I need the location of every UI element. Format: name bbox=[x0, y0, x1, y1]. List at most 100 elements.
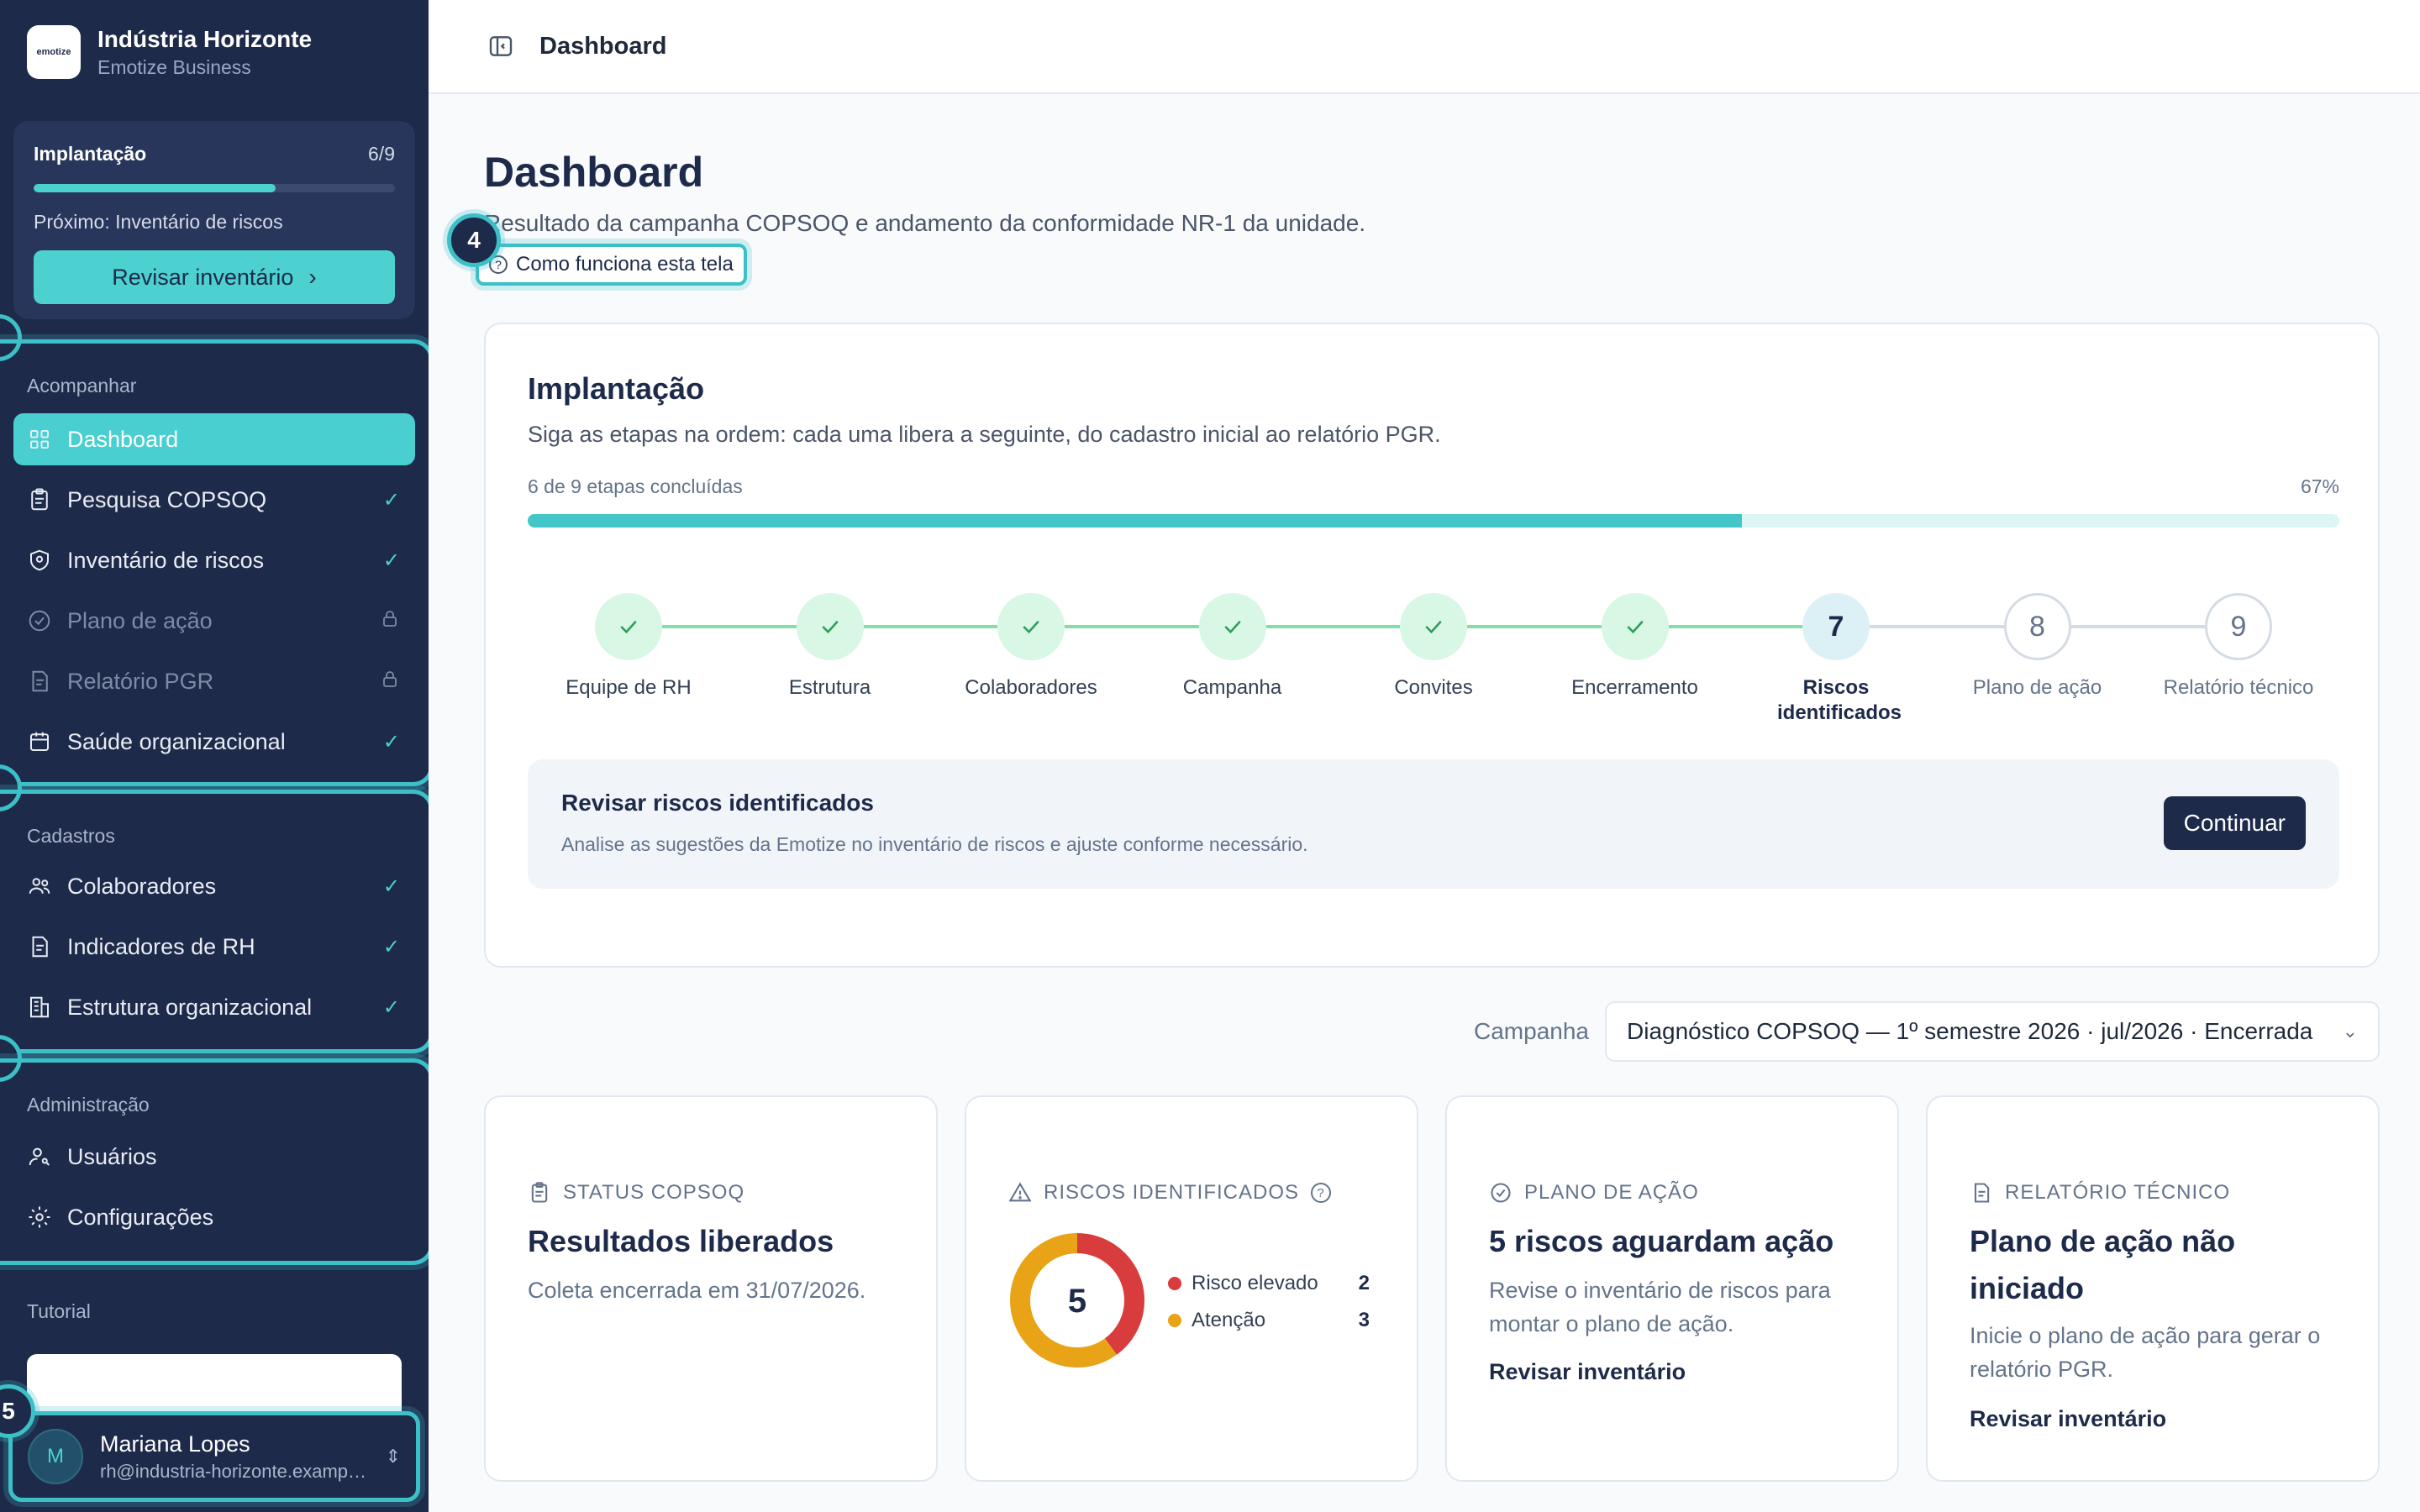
step-2[interactable]: Estrutura bbox=[729, 593, 931, 701]
check-circle-icon bbox=[27, 608, 52, 633]
avatar: M bbox=[28, 1429, 83, 1484]
nav-group-title: Administração bbox=[27, 1094, 150, 1116]
lock-icon bbox=[380, 608, 400, 634]
clipboard-icon bbox=[531, 1182, 548, 1203]
sidebar-item-label: Plano de ação bbox=[67, 607, 213, 633]
check-icon bbox=[1601, 593, 1669, 660]
page-subtitle: Resultado da campanha COPSOQ e andamento… bbox=[484, 210, 1366, 236]
sidebar-item-relatorio-pgr[interactable]: Relatório PGR bbox=[13, 655, 415, 707]
check-icon: ✓ bbox=[382, 995, 400, 1019]
sidebar-item-saude-organizacional[interactable]: Saúde organizacional ✓ bbox=[13, 716, 415, 768]
sidebar-item-label: Indicadores de RH bbox=[67, 933, 255, 959]
stepper-connector bbox=[1870, 625, 2004, 628]
org-name: Indústria Horizonte bbox=[97, 25, 313, 52]
implantacao-widget-title: Implantação bbox=[34, 143, 147, 165]
step-7[interactable]: 7 Riscos identificados bbox=[1735, 593, 1937, 726]
check-icon: ✓ bbox=[382, 549, 400, 572]
users-icon bbox=[27, 874, 52, 899]
step-number: 9 bbox=[2205, 593, 2272, 660]
sidebar-toggle-icon[interactable] bbox=[487, 33, 514, 60]
kpi-desc: Inicie o plano de ação para gerar o rela… bbox=[1970, 1323, 2321, 1382]
campaign-label: Campanha bbox=[1474, 1018, 1589, 1044]
stepper-connector bbox=[1467, 625, 1602, 628]
sidebar: emotize Indústria Horizonte Emotize Busi… bbox=[0, 0, 429, 1512]
step-1[interactable]: Equipe de RH bbox=[528, 593, 729, 701]
legend-item: Risco elevado 2 bbox=[1168, 1272, 1370, 1295]
page-title: Dashboard bbox=[484, 149, 704, 196]
sidebar-item-label: Dashboard bbox=[67, 426, 179, 452]
org-plan: Emotize Business bbox=[97, 55, 251, 78]
sidebar-item-indicadores-de-rh[interactable]: Indicadores de RH ✓ bbox=[13, 921, 415, 973]
check-icon: ✓ bbox=[382, 874, 400, 898]
como-funciona-button[interactable]: ? Como funciona esta tela bbox=[476, 244, 747, 286]
check-icon bbox=[796, 593, 864, 660]
org-switcher[interactable]: emotize Indústria Horizonte Emotize Busi… bbox=[27, 25, 312, 79]
step-label: Relatório técnico bbox=[2163, 676, 2314, 699]
check-icon bbox=[997, 593, 1065, 660]
sidebar-item-pesquisa-copsoq[interactable]: Pesquisa COPSOQ ✓ bbox=[13, 474, 415, 526]
implantacao-widget-count: 6/9 bbox=[368, 143, 395, 165]
nav-group-title: Acompanhar bbox=[27, 375, 137, 396]
sidebar-item-label: Inventário de riscos bbox=[67, 547, 265, 573]
step-8[interactable]: 8 Plano de ação bbox=[1937, 593, 2139, 701]
sidebar-item-label: Pesquisa COPSOQ bbox=[67, 486, 267, 512]
stepper: Equipe de RH Estrutura Colaboradores Campan… bbox=[528, 593, 2339, 744]
user-menu[interactable]: M Mariana Lopes rh@industria-horizonte.e… bbox=[8, 1411, 420, 1502]
sidebar-item-plano-de-acao[interactable]: Plano de ação bbox=[13, 595, 415, 647]
stepper-connector bbox=[662, 625, 797, 628]
revisar-inventario-link[interactable]: Revisar inventário bbox=[1970, 1406, 2166, 1432]
implantacao-title: Implantação bbox=[528, 371, 705, 406]
step-4[interactable]: Campanha bbox=[1132, 593, 1334, 701]
sidebar-item-label: Configurações bbox=[67, 1204, 214, 1230]
breadcrumb: Dashboard bbox=[539, 32, 667, 60]
check-icon: ✓ bbox=[382, 730, 400, 753]
sidebar-item-colaboradores[interactable]: Colaboradores ✓ bbox=[13, 860, 415, 912]
sidebar-item-label: Saúde organizacional bbox=[67, 728, 286, 754]
chevron-down-icon: ⌄ bbox=[2342, 1021, 2358, 1042]
kpi-title: Resultados liberados bbox=[528, 1224, 834, 1258]
continuar-button[interactable]: Continuar bbox=[2163, 796, 2306, 850]
step-label: Convites bbox=[1394, 676, 1473, 699]
stepper-connector bbox=[863, 625, 997, 628]
step-label: Equipe de RH bbox=[566, 676, 692, 699]
check-icon bbox=[595, 593, 662, 660]
step-label: Estrutura bbox=[788, 676, 871, 699]
progress-percent: 67% bbox=[2300, 475, 2339, 497]
revisar-inventario-link[interactable]: Revisar inventário bbox=[1489, 1359, 1686, 1385]
sidebar-item-usuarios[interactable]: Usuários bbox=[13, 1131, 415, 1183]
tutorial-title: Tutorial bbox=[27, 1300, 91, 1322]
kpi-plano-de-acao: PLANO DE AÇÃO 5 riscos aguardam ação Rev… bbox=[1445, 1095, 1899, 1482]
step-label: Colaboradores bbox=[965, 676, 1097, 699]
user-name: Mariana Lopes bbox=[100, 1431, 250, 1457]
sidebar-item-dashboard[interactable]: Dashboard bbox=[13, 413, 415, 465]
step-label: Riscos identificados bbox=[1777, 676, 1902, 724]
step-label: Plano de ação bbox=[1972, 676, 2102, 699]
sidebar-item-inventario-de-riscos[interactable]: Inventário de riscos ✓ bbox=[13, 534, 415, 586]
campaign-select[interactable]: Diagnóstico COPSOQ — 1º semestre 2026 · … bbox=[1605, 1001, 2380, 1062]
step-3[interactable]: Colaboradores bbox=[930, 593, 1132, 701]
step-5[interactable]: Convites bbox=[1333, 593, 1534, 701]
check-icon: ✓ bbox=[382, 935, 400, 958]
risk-donut-chart: 5 bbox=[1010, 1233, 1144, 1368]
help-icon[interactable]: ? bbox=[1311, 1183, 1332, 1203]
grid-icon bbox=[27, 427, 52, 452]
sidebar-item-estrutura-organizacional[interactable]: Estrutura organizacional ✓ bbox=[13, 981, 415, 1033]
clipboard-icon bbox=[27, 487, 52, 512]
chevron-up-down-icon: ⇕ bbox=[385, 1446, 401, 1467]
revisar-inventario-button[interactable]: Revisar inventário › bbox=[34, 250, 395, 304]
kpi-riscos-identificados: RISCOS IDENTIFICADOS? 5 Risco elevado 2 A… bbox=[965, 1095, 1418, 1482]
sidebar-item-label: Relatório PGR bbox=[67, 668, 214, 694]
chevron-right-icon: › bbox=[308, 264, 317, 290]
donut-total: 5 bbox=[1068, 1283, 1086, 1320]
document-icon bbox=[1974, 1183, 1990, 1203]
check-icon: ✓ bbox=[382, 488, 400, 512]
implantacao-widget: Implantação 6/9 Próximo: Inventário de r… bbox=[13, 121, 415, 319]
tour-step-badge: 4 bbox=[447, 213, 501, 267]
sidebar-item-configuracoes[interactable]: Configurações bbox=[13, 1191, 415, 1243]
step-9[interactable]: 9 Relatório técnico bbox=[2138, 593, 2339, 701]
user-key-icon bbox=[27, 1144, 52, 1169]
step-6[interactable]: Encerramento bbox=[1534, 593, 1736, 701]
document-icon bbox=[27, 934, 52, 959]
document-icon bbox=[27, 669, 52, 694]
warning-icon bbox=[1008, 1182, 1032, 1202]
